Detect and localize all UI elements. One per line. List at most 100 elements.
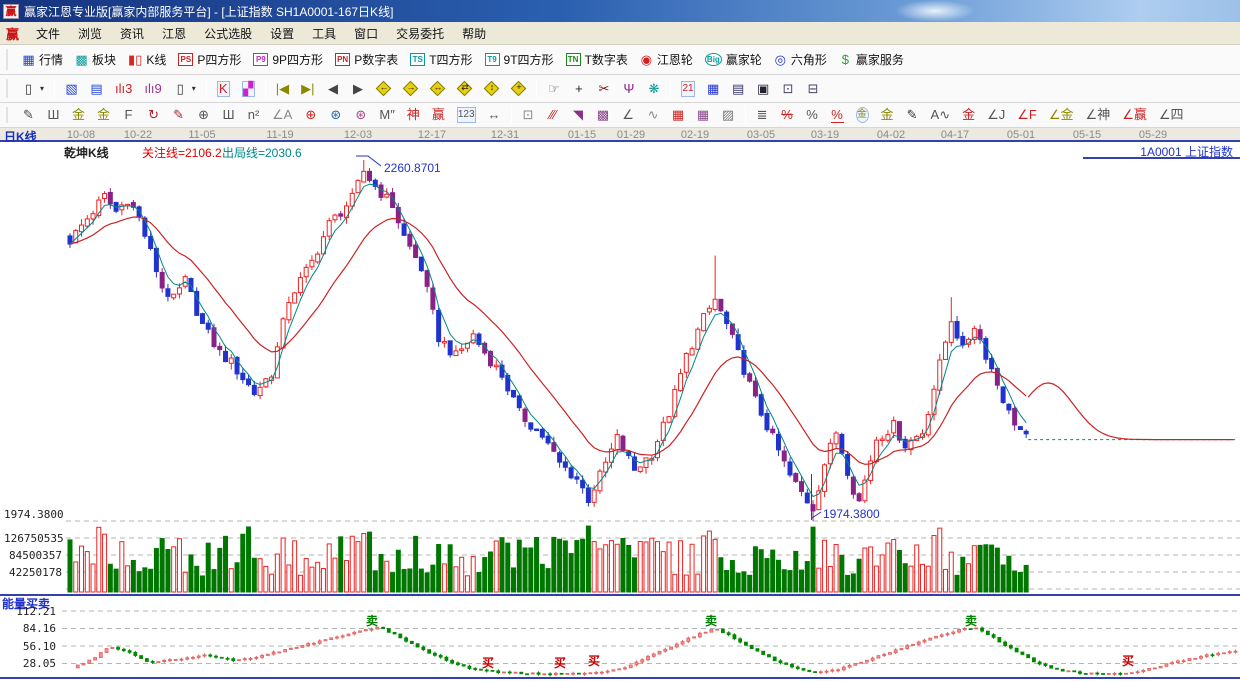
angle-win-button[interactable]: ∠赢 (1116, 105, 1153, 125)
gann-wheel-label: 江恩轮 (656, 53, 693, 67)
gold-comb-button[interactable]: 金 (66, 105, 91, 125)
menu-item-帮助[interactable]: 帮助 (453, 24, 495, 44)
grid-red-button[interactable]: ▦ (666, 105, 691, 125)
angle-j-button[interactable]: ∠J (981, 105, 1011, 125)
grid-purple-button[interactable]: ▦ (691, 105, 716, 125)
menu-item-江恩[interactable]: 江恩 (153, 24, 195, 44)
gold-comb-2-button[interactable]: 金 (91, 105, 116, 125)
tool-brain-button[interactable]: ❋ (641, 79, 666, 99)
menu-item-资讯[interactable]: 资讯 (111, 24, 153, 44)
menu-item-浏览[interactable]: 浏览 (69, 24, 111, 44)
9p-square-button[interactable]: P9 9P四方形 (247, 48, 329, 71)
p-square-button[interactable]: PS P四方形 (172, 48, 247, 71)
target-red-button[interactable]: ⊕ (298, 105, 323, 125)
fan-red-button[interactable]: ∕∕∕ (541, 105, 566, 125)
pen-button[interactable]: ✎ (16, 105, 41, 125)
pct-red-button[interactable]: % (825, 105, 850, 126)
f-comb-button[interactable]: F (116, 105, 141, 125)
winner-service-button[interactable]: $ 赢家服务 (833, 48, 910, 71)
hatch-button[interactable]: ▨ (716, 105, 741, 125)
report-button[interactable]: ▤ (726, 79, 751, 99)
zoom-left-button[interactable]: ← (370, 78, 397, 99)
winner-wheel-button[interactable]: Big 赢家轮 (699, 48, 768, 71)
box-corners-icon: ⊡ (522, 107, 534, 122)
a-wave-button[interactable]: A∿ (925, 105, 957, 125)
spiral-button[interactable]: ↻ (141, 105, 166, 125)
nav-first-button[interactable]: |◀ (270, 79, 295, 99)
p-number-table-button[interactable]: PN P数字表 (329, 48, 404, 71)
angle-line-button[interactable]: ∠ (616, 105, 641, 125)
kchart-active-button[interactable]: K (211, 78, 236, 100)
circle-cross-button[interactable]: ⊕ (191, 105, 216, 125)
menu-item-工具[interactable]: 工具 (303, 24, 345, 44)
web-box-button[interactable]: ▩ (591, 105, 616, 125)
m-wave-button[interactable]: M″ (373, 105, 400, 125)
bars-3-button[interactable]: ılı3 (109, 79, 138, 99)
colorchart-active-button[interactable]: ▞ (236, 78, 261, 100)
strike-pct-button[interactable]: % (775, 105, 800, 125)
print-button[interactable]: ⊟ (801, 79, 826, 99)
candle-style-button[interactable]: ▯ ▾ (168, 79, 202, 99)
calendar-21-button[interactable]: 21 (675, 78, 700, 100)
9t-square-button[interactable]: T9 9T四方形 (479, 48, 560, 71)
pan-hand-button[interactable]: ☞ (541, 79, 566, 99)
crosshair-button[interactable]: + (566, 79, 591, 99)
zoom-swap-button[interactable]: ⇄ (451, 78, 478, 99)
gold-circle-button[interactable]: 金 (850, 104, 875, 126)
hexagon-button[interactable]: ◎ 六角形 (768, 48, 833, 71)
nav-prev-button[interactable]: ◀ (320, 79, 345, 99)
comb-button[interactable]: Ш (41, 105, 66, 125)
zoom-horizontal-button[interactable]: ↔ (424, 78, 451, 99)
zoom-all-button[interactable]: + (505, 78, 532, 99)
zoom-vertical-button[interactable]: ↕ (478, 78, 505, 99)
export-button[interactable]: ⊡ (776, 79, 801, 99)
menu-item-公式选股[interactable]: 公式选股 (195, 24, 261, 44)
diamond-zoom-horizontal-icon: ↔ (430, 80, 446, 97)
info-doc-button[interactable]: ▤ (84, 79, 109, 99)
wave-button[interactable]: ∿ (641, 105, 666, 125)
angle-a-button[interactable]: ∠A (266, 105, 298, 125)
t-number-table-button[interactable]: TN T数字表 (560, 48, 634, 71)
web-blue-button[interactable]: ⊛ (323, 105, 348, 125)
shen-grid-button[interactable]: 神 (401, 105, 426, 125)
scale-bars-button[interactable]: ≣ (750, 105, 775, 125)
nav-next-button[interactable]: ▶ (345, 79, 370, 99)
box-corners-button[interactable]: ⊡ (516, 105, 541, 125)
menu-item-文件[interactable]: 文件 (27, 24, 69, 44)
angle-f-button[interactable]: ∠F (1011, 105, 1043, 125)
angle-si-button[interactable]: ∠四 (1153, 105, 1190, 125)
angle-gold-button[interactable]: ∠金 (1043, 105, 1080, 125)
window-zigzag-button[interactable]: ▧ (59, 79, 84, 99)
n-squared-button[interactable]: n² (241, 105, 266, 125)
gold-lines-button[interactable]: 金 (875, 105, 900, 125)
pen-angle-button[interactable]: ✎ (900, 105, 925, 125)
snip-button[interactable]: ✂ (591, 79, 616, 99)
zoom-right-button[interactable]: → (397, 78, 424, 99)
gann-wheel-button[interactable]: ◉ 江恩轮 (634, 48, 699, 71)
quotes-button[interactable]: ▦ 行情 (16, 48, 69, 71)
target-red-icon: ⊕ (305, 107, 317, 122)
period-candle-button[interactable]: ▯ ▾ (16, 79, 50, 99)
kline-button[interactable]: ▮▯ K线 (122, 48, 172, 71)
sectors-button[interactable]: ▩ 板块 (69, 48, 122, 71)
menu-item-交易委托[interactable]: 交易委托 (387, 24, 453, 44)
bars-9-button[interactable]: ılı9 (138, 79, 167, 99)
menu-item-窗口[interactable]: 窗口 (345, 24, 387, 44)
pen-red-button[interactable]: ✎ (166, 105, 191, 125)
comb-2-button[interactable]: Ш (216, 105, 241, 125)
nav-last-button[interactable]: ▶| (295, 79, 320, 99)
pct-button[interactable]: % (800, 105, 825, 125)
tool-clamp-button[interactable]: Ψ (616, 79, 641, 99)
span-arrows-button[interactable]: ↔ (482, 105, 507, 125)
fan-tri-button[interactable]: ◥ (566, 105, 591, 125)
menu-item-设置[interactable]: 设置 (261, 24, 303, 44)
angle-shen-button[interactable]: ∠神 (1080, 105, 1117, 125)
save-button[interactable]: ▣ (751, 79, 776, 99)
web-red-button[interactable]: ⊛ (348, 105, 373, 125)
gold-red-button[interactable]: 金 (956, 105, 981, 125)
win-grid-button[interactable]: 赢 (426, 105, 451, 125)
t-square-button[interactable]: TS T四方形 (404, 48, 478, 71)
calculator-button[interactable]: ▦ (701, 79, 726, 99)
ruler-123-button[interactable]: 123 (451, 104, 482, 126)
chart-canvas[interactable] (0, 142, 1240, 681)
